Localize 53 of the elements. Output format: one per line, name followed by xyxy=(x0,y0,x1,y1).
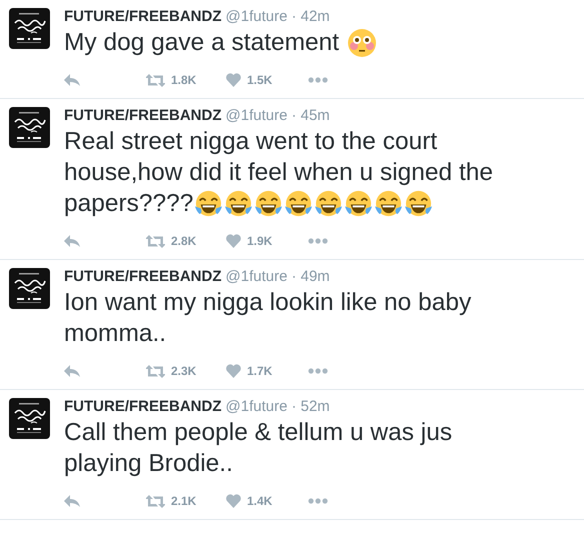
user-name[interactable]: FUTURE/FREEBANDZ xyxy=(64,268,222,285)
tweet-text: playing Brodie.. xyxy=(64,449,233,479)
user-handle[interactable]: @1future xyxy=(226,8,288,25)
heart-icon[interactable] xyxy=(226,364,241,378)
laughing-face-icon xyxy=(254,189,284,218)
retweet-icon[interactable] xyxy=(146,364,165,378)
tweet-text: house,how did it feel when u signed the xyxy=(64,158,494,188)
like-count: 1.7K xyxy=(247,364,272,378)
heart-icon[interactable] xyxy=(226,73,241,87)
user-handle[interactable]: @1future xyxy=(226,398,288,415)
retweet-count: 2.8K xyxy=(171,234,196,248)
user-name[interactable]: FUTURE/FREEBANDZ xyxy=(64,8,222,25)
reply-icon[interactable] xyxy=(64,234,80,248)
heart-icon[interactable] xyxy=(226,494,241,508)
tweet-text: papers???? xyxy=(64,189,194,219)
retweet-icon[interactable] xyxy=(146,494,165,508)
user-handle[interactable]: @1future xyxy=(226,268,288,285)
flushed-face-icon xyxy=(347,28,378,58)
more-icon[interactable] xyxy=(308,77,328,83)
tweet-time[interactable]: · 45m xyxy=(291,107,330,124)
tweet-time[interactable]: · 49m xyxy=(291,268,330,285)
tweet-time[interactable]: · 52m xyxy=(291,398,330,415)
more-icon[interactable] xyxy=(308,498,328,504)
laughing-face-icon xyxy=(224,189,254,218)
reply-icon[interactable] xyxy=(64,364,80,378)
tweet-text: Real street nigga went to the court xyxy=(64,127,438,157)
tweet-text: momma.. xyxy=(64,319,166,349)
like-count: 1.4K xyxy=(247,494,272,508)
retweet-icon[interactable] xyxy=(146,234,165,248)
tweet-time[interactable]: · 42m xyxy=(291,8,330,25)
retweet-count: 2.1K xyxy=(171,494,196,508)
more-icon[interactable] xyxy=(308,238,328,244)
tweet-text: My dog gave a statement xyxy=(64,28,340,58)
user-handle[interactable]: @1future xyxy=(226,107,288,124)
retweet-count: 2.3K xyxy=(171,364,196,378)
laughing-face-icon xyxy=(404,189,434,218)
laughing-face-icon xyxy=(194,189,224,218)
laughing-face-icon xyxy=(374,189,404,218)
more-icon[interactable] xyxy=(308,368,328,374)
laughing-face-icon xyxy=(314,189,344,218)
laughing-face-icon xyxy=(284,189,314,218)
laughing-face-icon xyxy=(344,189,374,218)
heart-icon[interactable] xyxy=(226,234,241,248)
retweet-icon[interactable] xyxy=(146,74,165,86)
user-name[interactable]: FUTURE/FREEBANDZ xyxy=(64,107,222,124)
tweet-text: Ion want my nigga lookin like no baby xyxy=(64,288,472,318)
retweet-count: 1.8K xyxy=(171,73,196,87)
reply-icon[interactable] xyxy=(64,74,80,86)
like-count: 1.5K xyxy=(247,73,272,87)
like-count: 1.9K xyxy=(247,234,272,248)
tweet-text: Call them people & tellum u was jus xyxy=(64,418,452,448)
reply-icon[interactable] xyxy=(64,494,80,508)
user-name[interactable]: FUTURE/FREEBANDZ xyxy=(64,398,222,415)
